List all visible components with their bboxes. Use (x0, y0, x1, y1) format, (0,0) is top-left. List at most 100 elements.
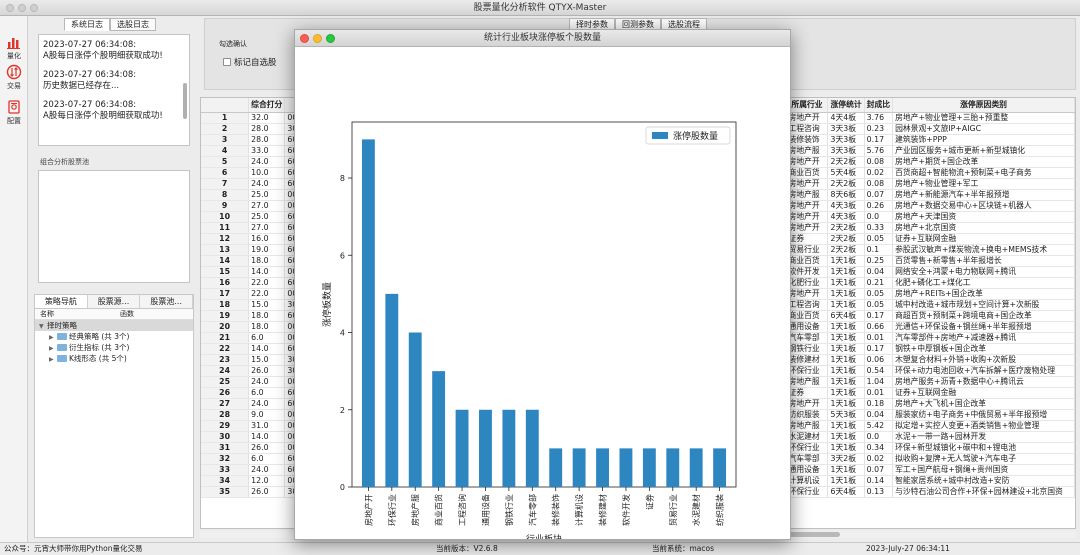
x-tick-label: 纺织服装 (715, 494, 725, 526)
tab-stock-pool[interactable]: 股票池... (140, 295, 194, 308)
checkbox-label: 标记自选股 (234, 58, 277, 68)
reason-cell: 与沙特石油公司合作+环保+园林建设+北京国资 (892, 486, 1075, 498)
industry-cell: 环保行业 (786, 365, 829, 377)
industry-stats-window[interactable]: 统计行业板块涨停板个股数量 0 2 4 6 8 房地产开 环保行业 房地产服 商业百货 工程咨询 通… (294, 29, 791, 540)
col-header-industry[interactable]: 所属行业 (786, 98, 829, 113)
seal-ratio-cell: 0.33 (864, 222, 894, 234)
log-scrollbar[interactable] (182, 37, 188, 143)
window-titlebar: 股票量化分析软件 QTYX-Master (0, 0, 1080, 16)
bar[interactable] (408, 332, 422, 487)
toolbar-trade-button[interactable]: 交易 (0, 64, 28, 91)
log-entry-message: A股每日涨停个股明细获取成功! (43, 51, 163, 61)
bar[interactable] (361, 139, 375, 487)
bar[interactable] (502, 409, 516, 487)
zoom-window-button[interactable] (30, 4, 38, 12)
expand-arrow-icon[interactable]: ▼ (39, 321, 47, 332)
row-number: 23 (201, 354, 250, 366)
reason-cell: 军工+国产航母+钢绳+贵州国资 (892, 464, 1075, 476)
bar[interactable] (432, 371, 446, 487)
collapse-arrow-icon[interactable]: ▶ (49, 354, 57, 365)
reason-cell: 环保+新型城镇化+碳中和+锂电池 (892, 442, 1075, 454)
checkbox-box[interactable] (223, 58, 231, 66)
limit-count-cell: 1天1板 (827, 354, 865, 366)
score-cell: 25.0 (248, 211, 286, 223)
reason-cell: 房地产+新能源汽车+半年报预增 (892, 189, 1075, 201)
tree-item-classic[interactable]: ▶ 经典策略 (共 3个) (35, 331, 193, 342)
x-tick-label: 装修装饰 (551, 494, 561, 526)
window-title: 股票量化分析软件 QTYX-Master (473, 3, 607, 13)
close-window-button[interactable] (6, 4, 14, 12)
tree-item-kline[interactable]: ▶ K线形态 (共 5个) (35, 353, 193, 364)
col-header-seal-ratio[interactable]: 封成比 (864, 98, 894, 113)
reason-cell: 网络安全+鸿蒙+电力物联网+腾讯 (892, 266, 1075, 278)
seal-ratio-cell: 0.04 (864, 409, 894, 421)
bar[interactable] (689, 448, 703, 487)
reason-cell: 房地产+数据交易中心+区块链+机器人 (892, 200, 1075, 212)
tree-item-timing-strategy[interactable]: ▼ 择时策略 (35, 320, 193, 331)
limit-count-cell: 8天6板 (827, 189, 865, 201)
bar[interactable] (713, 448, 727, 487)
bar[interactable] (385, 293, 399, 487)
bar[interactable] (549, 448, 563, 487)
toolbar-quant-button[interactable]: 量化 (0, 34, 28, 61)
bar[interactable] (666, 448, 680, 487)
bar[interactable] (572, 448, 586, 487)
seal-ratio-cell: 0.07 (864, 464, 894, 476)
tab-select-log[interactable]: 选股日志 (110, 18, 156, 31)
log-panel: 系统日志 选股日志 2023-07-27 06:34:08: A股每日涨停个股明… (34, 18, 194, 148)
log-scrollbar-thumb[interactable] (183, 83, 187, 119)
bar[interactable] (455, 409, 469, 487)
score-cell: 27.0 (248, 200, 286, 212)
col-header-limit-count[interactable]: 涨停统计 (827, 98, 865, 113)
industry-cell: 房地产开 (786, 178, 829, 190)
bar[interactable] (596, 448, 609, 487)
seal-ratio-cell: 0.17 (864, 134, 894, 146)
bar[interactable] (619, 448, 633, 487)
x-tick-label: 钢铁行业 (504, 494, 514, 526)
chart-close-button[interactable] (300, 34, 309, 43)
row-number: 10 (201, 211, 250, 223)
score-cell: 12.0 (248, 475, 286, 487)
row-number: 21 (201, 332, 250, 344)
tab-strategy-nav[interactable]: 策略导航 (35, 295, 88, 308)
col-header-reason[interactable]: 涨停原因类别 (892, 98, 1075, 113)
limit-count-cell: 3天3板 (827, 145, 865, 157)
industry-cell: 房地产开 (786, 156, 829, 168)
seal-ratio-cell: 0.1 (864, 244, 894, 256)
log-output[interactable]: 2023-07-27 06:34:08: A股每日涨停个股明细获取成功! 202… (38, 34, 190, 146)
log-entry-time: 2023-07-27 06:34:08: (43, 100, 137, 110)
tree-item-derived[interactable]: ▶ 衍生指标 (共 3个) (35, 342, 193, 353)
minimize-window-button[interactable] (18, 4, 26, 12)
toolbar-settings-button[interactable]: 配置 (0, 99, 28, 126)
row-number: 20 (201, 321, 250, 333)
row-number: 5 (201, 156, 250, 168)
industry-cell: 房地产服 (786, 376, 829, 388)
combo-pool-list[interactable] (38, 170, 190, 283)
tab-stock-source[interactable]: 股票源... (88, 295, 141, 308)
chart-zoom-button[interactable] (326, 34, 335, 43)
limit-count-cell: 6天4板 (827, 486, 865, 498)
row-number: 25 (201, 376, 250, 388)
chart-minimize-button[interactable] (313, 34, 322, 43)
chart-window-titlebar[interactable]: 统计行业板块涨停板个股数量 (295, 30, 790, 47)
status-bar: 公众号：元宵大师带你用Python量化交易 当前版本：V2.6.8 当前系统：m… (0, 542, 1080, 555)
bar[interactable] (642, 448, 656, 487)
col-header-score[interactable]: 综合打分 (248, 98, 286, 113)
row-number: 22 (201, 343, 250, 355)
reason-cell: 百货零售+新零售+半年报增长 (892, 255, 1075, 267)
bar[interactable] (479, 409, 492, 487)
limit-count-cell: 1天1板 (827, 420, 865, 432)
score-cell: 18.0 (248, 255, 286, 267)
x-tick-label: 软件开发 (621, 494, 631, 526)
reason-cell: 商超百货+预制菜+跨境电商+国企改革 (892, 310, 1075, 322)
score-cell: 28.0 (248, 123, 286, 135)
seal-ratio-cell: 0.05 (864, 288, 894, 300)
tab-system-log[interactable]: 系统日志 (64, 18, 110, 31)
bar[interactable] (525, 409, 539, 487)
limit-count-cell: 1天1板 (827, 365, 865, 377)
score-cell: 24.0 (248, 156, 286, 168)
industry-cell: 商业百货 (786, 167, 829, 179)
mark-self-stock-checkbox[interactable]: 标记自选股 (219, 56, 277, 68)
tree-header: 名称 函数 (35, 309, 193, 320)
log-entry-message: 历史数据已经存在... (43, 81, 120, 91)
